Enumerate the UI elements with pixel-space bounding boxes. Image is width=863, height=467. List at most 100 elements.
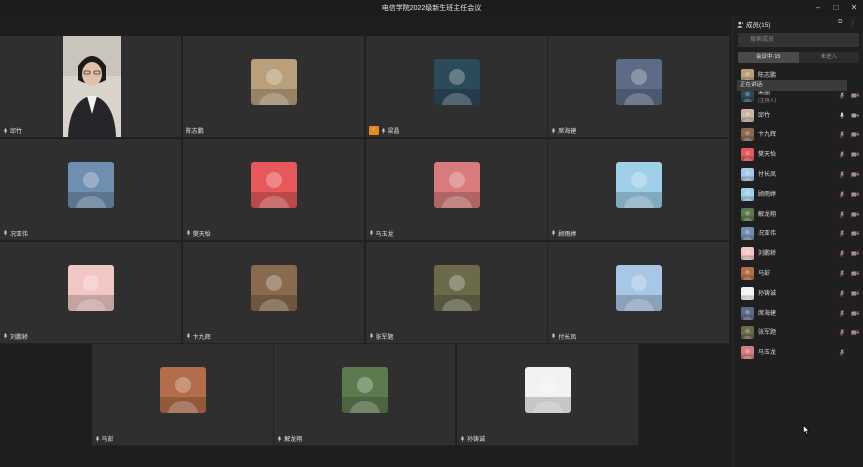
member-avatar bbox=[741, 306, 754, 320]
participant-tile[interactable]: 马彭 bbox=[91, 344, 274, 447]
participant-tile[interactable]: 邱竹 bbox=[0, 36, 182, 138]
participant-tile[interactable]: 张军题 bbox=[365, 241, 548, 344]
member-avatar bbox=[741, 108, 754, 122]
participant-name: 孙铸诚 bbox=[467, 437, 486, 444]
camera-icon[interactable] bbox=[851, 151, 859, 158]
member-name: 席海建 bbox=[758, 310, 777, 317]
member-row[interactable]: 孙铸诚 bbox=[733, 284, 863, 304]
member-row[interactable]: 况亚伟 bbox=[733, 224, 863, 244]
member-row[interactable]: 刘鹏轿 bbox=[733, 244, 863, 264]
camera-icon[interactable] bbox=[851, 270, 859, 277]
participant-name: 卞九辉 bbox=[192, 334, 211, 341]
camera-icon[interactable] bbox=[851, 250, 859, 257]
camera-icon[interactable] bbox=[851, 131, 859, 138]
mic-icon[interactable] bbox=[839, 112, 845, 119]
member-row[interactable]: 马彭 bbox=[733, 264, 863, 284]
popout-icon[interactable]: ⧉ bbox=[838, 19, 842, 26]
member-row[interactable]: 顾雨婷 bbox=[733, 185, 863, 205]
camera-icon[interactable] bbox=[851, 191, 859, 198]
avatar bbox=[433, 161, 480, 208]
participant-name: 席海建 bbox=[558, 129, 577, 135]
camera-icon[interactable] bbox=[851, 310, 859, 317]
member-row[interactable]: 张军题 bbox=[733, 323, 863, 343]
participant-tile[interactable]: 陈志鹏 bbox=[182, 36, 365, 138]
member-avatar bbox=[741, 168, 754, 181]
member-row[interactable]: 卞九辉 bbox=[733, 125, 863, 145]
member-name: 邱竹 bbox=[758, 112, 771, 119]
mic-icon bbox=[186, 333, 191, 339]
participant-label: ↑ 梁晶 bbox=[368, 126, 400, 135]
avatar bbox=[159, 367, 206, 414]
tab-in-meeting[interactable]: 会议中·15 bbox=[738, 52, 799, 63]
mic-icon[interactable] bbox=[839, 210, 845, 218]
window-title: 电信学院2022级新生班主任会议 bbox=[381, 5, 482, 12]
avatar bbox=[342, 367, 389, 414]
participant-tile[interactable]: 卞九辉 bbox=[182, 241, 365, 344]
mic-icon bbox=[95, 436, 99, 442]
participant-label: 樊天怡 bbox=[186, 229, 211, 238]
member-role: (主持人) bbox=[758, 97, 777, 104]
mic-icon bbox=[277, 436, 282, 442]
mic-icon[interactable] bbox=[839, 230, 845, 238]
participant-label: 席海建 bbox=[551, 126, 576, 135]
participant-name: 况亚伟 bbox=[10, 231, 29, 238]
participant-tile[interactable]: 席海建 bbox=[548, 36, 731, 138]
camera-icon[interactable] bbox=[851, 112, 859, 119]
mic-icon[interactable] bbox=[839, 329, 845, 337]
mic-icon[interactable] bbox=[839, 290, 845, 297]
participant-tile[interactable]: 孙铸诚 bbox=[457, 344, 639, 447]
participant-tile[interactable]: 解龙翔 bbox=[274, 344, 457, 447]
participant-tile[interactable]: 况亚伟 bbox=[0, 138, 182, 241]
participant-tile[interactable]: ↑ 梁晶 bbox=[365, 36, 548, 138]
mic-icon bbox=[3, 127, 8, 134]
camera-icon[interactable] bbox=[851, 171, 859, 178]
participant-name: 付长凤 bbox=[558, 334, 577, 341]
member-row[interactable]: 付长凤 bbox=[733, 165, 863, 185]
participant-name: 马彭 bbox=[101, 437, 114, 444]
participant-name: 邱竹 bbox=[10, 129, 23, 135]
participant-tile[interactable]: 樊天怡 bbox=[182, 138, 365, 241]
participant-tile[interactable]: 付长凤 bbox=[548, 241, 731, 344]
more-icon[interactable]: ⋮ bbox=[850, 19, 856, 26]
member-row[interactable]: 解龙翔 bbox=[733, 205, 863, 225]
title-bar: 电信学院2022级新生班主任会议 – □ ✕ bbox=[0, 0, 863, 16]
participant-tile[interactable]: 马玉龙 bbox=[365, 138, 548, 241]
member-row[interactable]: 马玉龙 bbox=[733, 343, 863, 363]
camera-icon[interactable] bbox=[851, 290, 859, 297]
camera-icon[interactable] bbox=[851, 230, 859, 237]
mic-icon[interactable] bbox=[839, 131, 845, 139]
mic-icon[interactable] bbox=[839, 151, 845, 158]
member-row[interactable]: 邱竹 bbox=[733, 106, 863, 126]
mic-icon[interactable] bbox=[839, 309, 845, 317]
avatar bbox=[525, 367, 571, 414]
avatar bbox=[250, 264, 297, 311]
mic-icon[interactable] bbox=[839, 171, 845, 178]
avatar bbox=[616, 264, 663, 311]
participant-label: 况亚伟 bbox=[3, 229, 28, 238]
member-row[interactable]: 樊天怡 bbox=[733, 145, 863, 165]
mic-icon[interactable] bbox=[839, 191, 845, 198]
mic-icon bbox=[369, 333, 373, 339]
participant-tile[interactable]: 刘鹏轿 bbox=[0, 241, 182, 344]
member-row[interactable]: 席海建 bbox=[733, 304, 863, 324]
mic-icon[interactable] bbox=[839, 270, 845, 277]
search-input[interactable] bbox=[738, 33, 859, 47]
participant-label: 马彭 bbox=[95, 434, 114, 443]
mic-icon bbox=[186, 230, 191, 236]
member-name: 孙铸诚 bbox=[758, 290, 777, 297]
mic-icon[interactable] bbox=[839, 92, 845, 99]
camera-icon[interactable] bbox=[851, 329, 859, 336]
close-icon[interactable]: ✕ bbox=[846, 1, 862, 14]
member-name: 况亚伟 bbox=[758, 231, 777, 238]
member-avatar bbox=[741, 346, 754, 360]
mic-icon[interactable] bbox=[839, 250, 845, 257]
maximize-icon[interactable]: □ bbox=[828, 1, 844, 14]
minimize-icon[interactable]: – bbox=[810, 1, 826, 14]
tab-not-joined[interactable]: 未进入 bbox=[799, 52, 860, 63]
participant-tile[interactable]: 顾雨婷 bbox=[548, 138, 731, 241]
participant-video bbox=[63, 36, 121, 137]
participant-label: 付长凤 bbox=[551, 332, 576, 341]
camera-icon[interactable] bbox=[851, 211, 859, 218]
mic-icon[interactable] bbox=[839, 349, 845, 356]
camera-icon[interactable] bbox=[851, 92, 859, 99]
